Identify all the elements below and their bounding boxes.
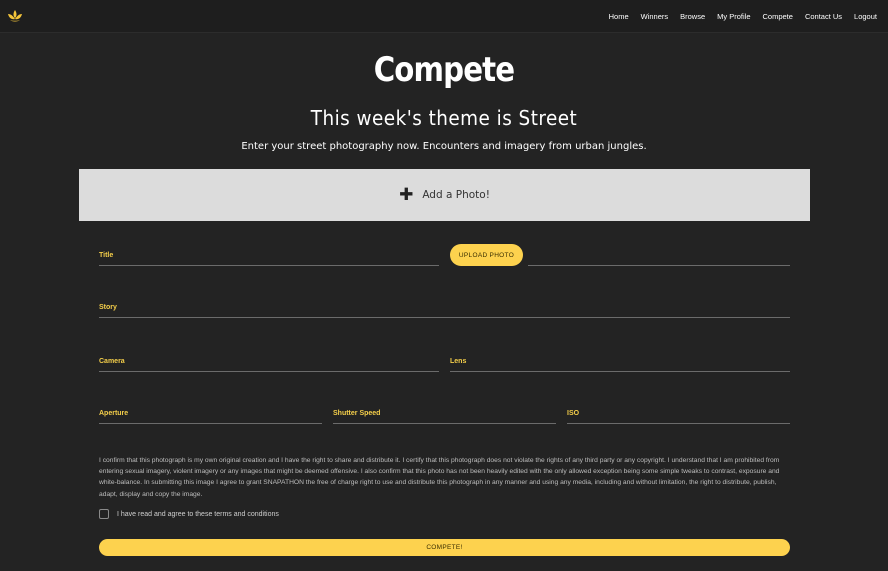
- nav-link-contact-us[interactable]: Contact Us: [799, 12, 848, 21]
- upload-filename-field: [528, 252, 790, 266]
- camera-label: Camera: [99, 358, 125, 365]
- nav-link-logout[interactable]: Logout: [848, 12, 883, 21]
- top-navbar: Home Winners Browse My Profile Compete C…: [0, 0, 888, 33]
- iso-label: ISO: [567, 410, 580, 417]
- nav-link-compete[interactable]: Compete: [757, 12, 799, 21]
- theme-description: Enter your street photography now. Encou…: [241, 141, 647, 152]
- lens-label: Lens: [450, 358, 467, 365]
- nav-link-winners[interactable]: Winners: [635, 12, 675, 21]
- theme-heading: This week's theme is Street: [310, 106, 578, 130]
- nav-link-my-profile[interactable]: My Profile: [711, 12, 756, 21]
- lotus-icon[interactable]: [7, 9, 23, 23]
- nav-link-browse[interactable]: Browse: [674, 12, 711, 21]
- terms-checkbox-label: I have read and agree to these terms and…: [117, 511, 279, 518]
- story-label: Story: [99, 304, 117, 311]
- camera-field[interactable]: Camera: [99, 358, 439, 372]
- plus-icon: ✚: [399, 184, 414, 205]
- story-field[interactable]: Story: [99, 304, 790, 318]
- terms-text: I confirm that this photograph is my own…: [99, 457, 780, 498]
- iso-field[interactable]: ISO: [567, 410, 790, 424]
- nav-links: Home Winners Browse My Profile Compete C…: [603, 0, 883, 33]
- page-title: Compete: [373, 50, 515, 90]
- upload-photo-button[interactable]: UPLOAD PHOTO: [450, 244, 523, 266]
- aperture-label: Aperture: [99, 410, 129, 417]
- compete-submit-button[interactable]: COMPETE!: [99, 539, 790, 556]
- shutter-speed-field[interactable]: Shutter Speed: [333, 410, 556, 424]
- nav-link-home[interactable]: Home: [603, 12, 635, 21]
- shutter-speed-label: Shutter Speed: [333, 410, 381, 417]
- terms-checkbox[interactable]: [99, 509, 109, 519]
- add-photo-label: Add a Photo!: [422, 189, 490, 201]
- title-label: Title: [99, 252, 114, 259]
- add-photo-button[interactable]: ✚ Add a Photo!: [79, 169, 810, 221]
- lens-field[interactable]: Lens: [450, 358, 790, 372]
- aperture-field[interactable]: Aperture: [99, 410, 322, 424]
- title-field[interactable]: Title: [99, 252, 439, 266]
